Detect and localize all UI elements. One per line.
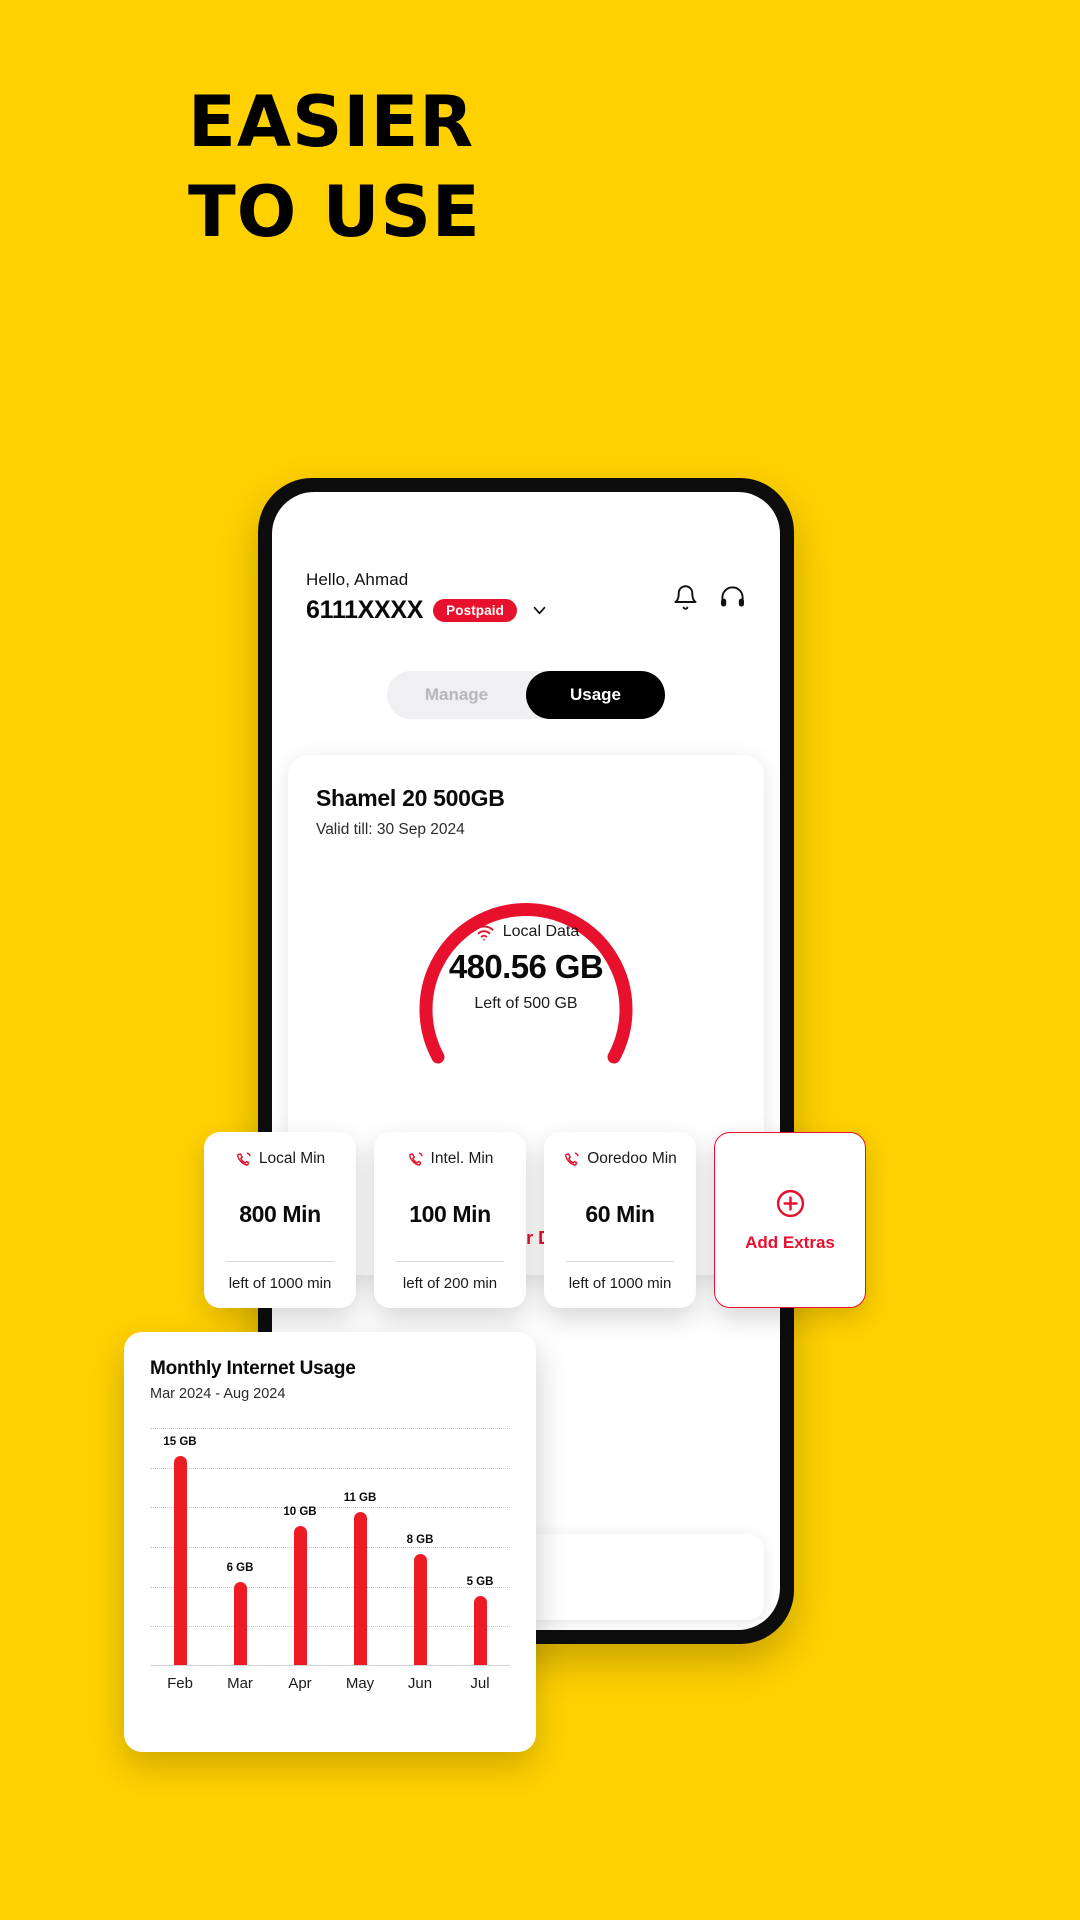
add-extras-button[interactable]: Add Extras <box>714 1132 866 1308</box>
chart-bar-label: 8 GB <box>406 1534 434 1546</box>
chart-title: Monthly Internet Usage <box>150 1358 356 1379</box>
minute-card-footer: left of 1000 min <box>216 1261 344 1292</box>
gauge-center-text: Local Data 480.56 GB Left of 500 GB <box>396 923 656 1013</box>
minute-card-title: Local Min <box>258 1150 326 1167</box>
greeting-text: Hello, Ahmad <box>306 570 409 589</box>
chart-bar <box>293 1526 307 1666</box>
chart-month-label: May <box>345 1675 375 1692</box>
usage-manage-toggle-wrap: Manage Usage <box>272 671 780 719</box>
account-info[interactable]: Hello, Ahmad 6111XXXX Postpaid <box>306 570 548 625</box>
minute-card-subtitle: left of 1000 min <box>568 1275 672 1292</box>
data-usage-gauge: Local Data 480.56 GB Left of 500 GB <box>396 861 656 1091</box>
minute-card-ooredoo[interactable]: Ooredoo Min 60 Min left of 1000 min <box>544 1132 696 1308</box>
tab-manage[interactable]: Manage <box>387 671 526 719</box>
minute-card-value: 100 Min <box>409 1201 491 1227</box>
minute-card-header: Ooredoo Min <box>563 1150 677 1168</box>
chart-bars: 15 GB 6 GB 10 GB 11 GB 8 GB 5 GB <box>150 1428 510 1666</box>
chart-bar <box>473 1596 487 1666</box>
usage-manage-toggle[interactable]: Manage Usage <box>387 671 665 719</box>
phone-call-icon <box>236 1151 251 1166</box>
chart-bar-label: 15 GB <box>163 1436 197 1448</box>
chart-bar <box>353 1512 367 1666</box>
monthly-usage-chart-card: Monthly Internet Usage Mar 2024 - Aug 20… <box>124 1332 536 1752</box>
chart-bar-label: 6 GB <box>226 1562 254 1574</box>
minute-card-international[interactable]: Intel. Min 100 Min left of 200 min <box>374 1132 526 1308</box>
minute-card-header: Local Min <box>235 1150 325 1168</box>
gauge-label-text: Local Data <box>502 923 580 940</box>
phone-call-icon <box>408 1151 423 1166</box>
promo-headline-line1: EASIER <box>188 81 475 163</box>
chart-bar-column: 10 GB <box>270 1428 330 1666</box>
chart-month-label: Jun <box>407 1675 433 1692</box>
divider <box>396 1261 504 1262</box>
chart-bar <box>233 1582 247 1666</box>
chart-month-label: Feb <box>167 1675 193 1692</box>
chart-month-label: Apr <box>288 1675 312 1692</box>
divider <box>226 1261 334 1262</box>
minute-card-value: 800 Min <box>239 1201 321 1227</box>
chart-bar-column: 5 GB <box>450 1428 510 1666</box>
gauge-value: 480.56 GB <box>448 948 604 985</box>
bell-icon[interactable] <box>672 584 699 611</box>
wifi-icon <box>474 925 494 941</box>
minute-card-value: 60 Min <box>585 1201 655 1227</box>
minute-card-subtitle: left of 1000 min <box>228 1275 332 1292</box>
promo-headline-line2: TO USE <box>188 170 481 253</box>
chart-bar-column: 6 GB <box>210 1428 270 1666</box>
chart-x-axis <box>150 1665 510 1666</box>
minute-card-local[interactable]: Local Min 800 Min left of 1000 min <box>204 1132 356 1308</box>
minute-card-subtitle: left of 200 min <box>402 1275 498 1292</box>
divider <box>566 1261 674 1262</box>
plan-title: Shamel 20 500GB <box>316 785 505 811</box>
chevron-down-icon[interactable] <box>531 602 548 619</box>
minute-card-header: Intel. Min <box>407 1150 494 1168</box>
gauge-subtitle: Left of 500 GB <box>474 995 578 1012</box>
chart-bar-label: 11 GB <box>343 1492 377 1504</box>
chart-bar-label: 5 GB <box>466 1576 494 1588</box>
tab-usage[interactable]: Usage <box>526 671 665 719</box>
chart-month-label: Jul <box>470 1675 490 1692</box>
chart-bar <box>173 1456 187 1666</box>
header-icon-group <box>672 570 746 611</box>
chart-plot-area: 15 GB 6 GB 10 GB 11 GB 8 GB 5 GB <box>150 1428 510 1666</box>
chart-bar-column: 11 GB <box>330 1428 390 1666</box>
minute-card-title: Ooredoo Min <box>587 1150 677 1167</box>
promo-headline: EASIER TO USE <box>188 78 481 257</box>
chart-bar-label: 10 GB <box>283 1506 317 1518</box>
chart-x-tick-labels: Feb Mar Apr May Jun Jul <box>150 1675 510 1692</box>
plus-circle-icon <box>776 1189 804 1217</box>
add-extras-label: Add Extras <box>745 1232 835 1252</box>
gauge-label-row: Local Data <box>396 923 656 941</box>
phone-call-icon <box>565 1151 579 1166</box>
status-badge: Postpaid <box>433 599 517 622</box>
msisdn-value: 6111XXXX <box>306 596 424 624</box>
plan-validity: Valid till: 30 Sep 2024 <box>316 821 465 838</box>
minute-cards-row: Local Min 800 Min left of 1000 min Intel… <box>204 1132 866 1308</box>
chart-bar-column: 8 GB <box>390 1428 450 1666</box>
chart-bar <box>413 1554 427 1666</box>
app-header: Hello, Ahmad 6111XXXX Postpaid <box>272 492 780 625</box>
chart-subtitle: Mar 2024 - Aug 2024 <box>150 1386 286 1402</box>
chart-month-label: Mar <box>227 1675 253 1692</box>
msisdn-row[interactable]: 6111XXXX Postpaid <box>306 596 548 625</box>
headset-icon[interactable] <box>719 584 746 611</box>
minute-card-footer: left of 200 min <box>386 1261 514 1292</box>
minute-card-title: Intel. Min <box>430 1150 494 1167</box>
minute-card-footer: left of 1000 min <box>556 1261 684 1292</box>
chart-bar-column: 15 GB <box>150 1428 210 1666</box>
